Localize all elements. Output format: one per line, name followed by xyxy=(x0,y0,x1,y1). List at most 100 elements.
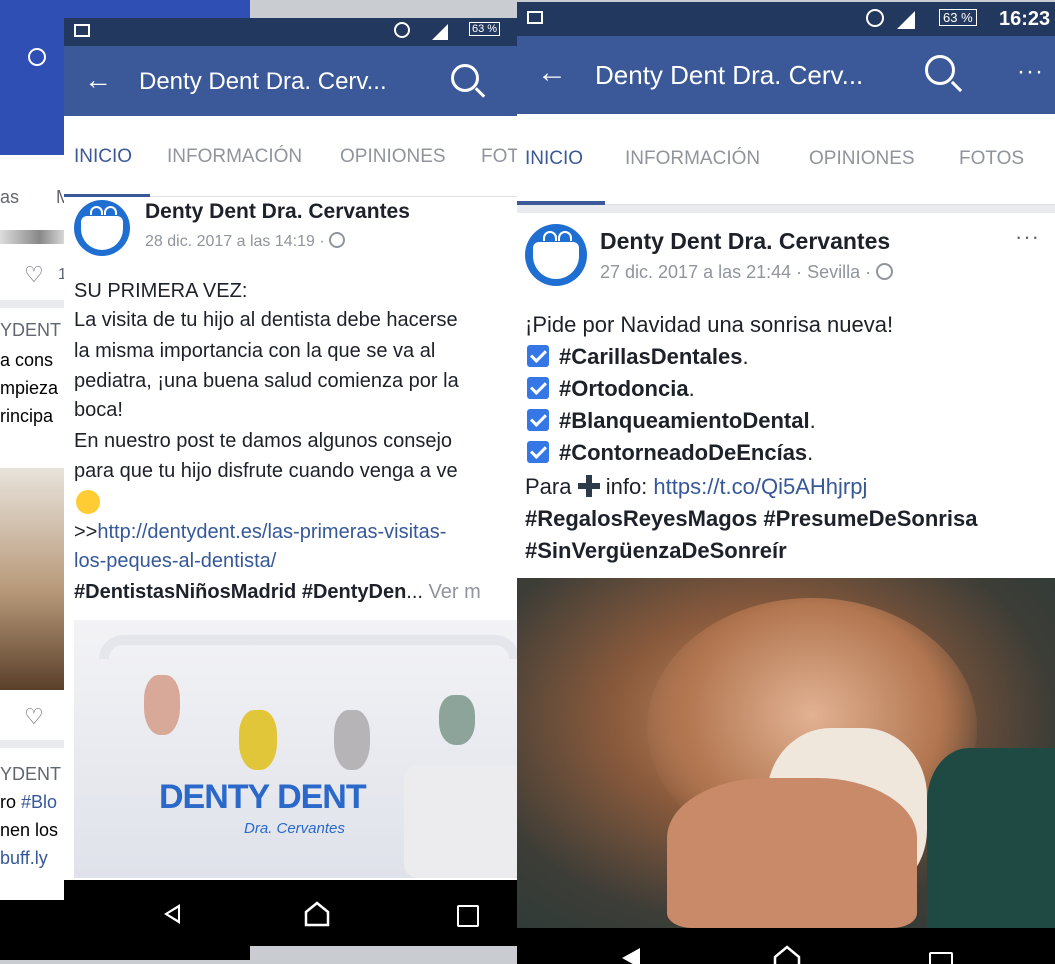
wink-emoji-icon xyxy=(76,490,100,514)
phone-front: 63 % 16:23 ← Denty Dent Dra. Cerv... ···… xyxy=(517,2,1055,964)
alarm-icon xyxy=(394,22,410,38)
check-item-1: #CarillasDentales. xyxy=(527,344,749,370)
back-author-1: YDENT xyxy=(0,320,62,340)
section-divider xyxy=(517,205,1055,213)
divider-2 xyxy=(0,740,66,748)
back-nav-icon-inner xyxy=(168,908,178,920)
status-time: 16:23 xyxy=(999,8,1051,30)
hashtags-line-2[interactable]: #SinVergüenzaDeSonreír xyxy=(525,538,787,564)
tab-inicio[interactable]: INICIO xyxy=(525,148,583,170)
bunny-figure xyxy=(439,695,475,745)
app-bar: ← Denty Dent Dra. Cerv... ··· xyxy=(517,36,1055,114)
post-intro: ¡Pide por Navidad una sonrisa nueva! xyxy=(525,312,894,337)
back-link[interactable]: buff.ly xyxy=(0,848,48,869)
more-options-icon[interactable]: ··· xyxy=(1017,58,1044,86)
checkbox-icon xyxy=(527,345,549,367)
tab-informacion[interactable]: INFORMACIÓN xyxy=(167,146,302,168)
back-text-2a: ro #Blo xyxy=(0,792,58,812)
alarm-icon xyxy=(28,48,46,66)
back-arrow-icon[interactable]: ← xyxy=(84,64,112,96)
bunny-figure xyxy=(144,675,180,735)
post-line-1: SU PRIMERA VEZ: xyxy=(74,280,248,302)
clinic-logo: DENTY DENT xyxy=(159,778,367,816)
info-line: Para info: https://t.co/Qi5AHhjrpj xyxy=(525,474,868,499)
tab-fotos[interactable]: FOTOS xyxy=(959,148,1024,170)
tab-opiniones[interactable]: OPINIONES xyxy=(340,146,446,168)
search-icon[interactable] xyxy=(925,55,955,85)
checkbox-icon xyxy=(527,409,549,431)
home-nav-icon[interactable] xyxy=(772,944,802,964)
post-link-1[interactable]: >>http://dentydent.es/las-primeras-visit… xyxy=(74,521,446,544)
image-notification-icon xyxy=(527,11,543,24)
back-post-photo xyxy=(0,468,66,690)
page-title: Denty Dent Dra. Cerv... xyxy=(139,68,387,95)
avatar[interactable] xyxy=(525,224,587,286)
back-tab-partial[interactable]: as xyxy=(0,187,19,208)
post-line-6: En nuestro post te damos algunos consejo xyxy=(74,430,453,452)
search-icon-handle xyxy=(950,80,963,93)
recents-nav-icon[interactable] xyxy=(457,905,479,927)
check-item-2: #Ortodoncia. xyxy=(527,376,695,402)
post-author[interactable]: Denty Dent Dra. Cervantes xyxy=(600,228,890,255)
back-text-1c: rincipa xyxy=(0,406,54,426)
post-line-7: para que tu hijo disfrute cuando venga a… xyxy=(74,460,458,482)
nav-bar xyxy=(517,928,1055,964)
image-notification-icon xyxy=(74,24,90,37)
post-meta: 28 dic. 2017 a las 14:19 · xyxy=(145,232,346,251)
post-line-5: boca! xyxy=(74,399,123,421)
app-bar: ← Denty Dent Dra. Cerv... xyxy=(64,46,524,116)
post-options-icon[interactable]: ··· xyxy=(1015,224,1040,250)
post-photo[interactable] xyxy=(517,578,1055,928)
back-text-1b: mpieza xyxy=(0,378,59,398)
post-line-2: La visita de tu hijo al dentista debe ha… xyxy=(74,309,458,331)
signal-icon xyxy=(897,11,915,29)
back-author-2: YDENT xyxy=(0,764,62,784)
checkbox-icon xyxy=(527,441,549,463)
back-nav-icon[interactable] xyxy=(622,948,640,964)
tab-active-indicator xyxy=(64,194,150,197)
page-title: Denty Dent Dra. Cerv... xyxy=(595,60,864,90)
tab-fotos[interactable]: FOT xyxy=(481,146,519,168)
tab-bar: INICIO INFORMACIÓN OPINIONES FOTOS xyxy=(517,114,1055,205)
status-bar: 63 % xyxy=(64,18,524,46)
check-item-3: #BlanqueamientoDental. xyxy=(527,408,816,434)
check-item-4: #ContorneadoDeEncías. xyxy=(527,440,813,466)
globe-icon xyxy=(876,263,894,280)
back-photo-strip xyxy=(0,230,66,244)
post-line-4: pediatra, ¡una buena salud comienza por … xyxy=(74,370,459,392)
back-text-1a: a cons xyxy=(0,350,54,370)
back-text-2b: nen los xyxy=(0,820,59,840)
signal-icon xyxy=(432,24,448,40)
back-arrow-icon[interactable]: ← xyxy=(537,56,567,90)
info-link[interactable]: https://t.co/Qi5AHhjrpj xyxy=(653,474,867,499)
battery-icon: 63 % xyxy=(939,9,977,26)
checkbox-icon xyxy=(527,377,549,399)
status-bar: 63 % 16:23 xyxy=(517,2,1055,36)
battery-icon: 63 % xyxy=(469,22,501,36)
divider xyxy=(0,300,70,308)
home-nav-icon[interactable] xyxy=(303,900,331,928)
avatar[interactable] xyxy=(74,200,130,256)
post-image[interactable]: DENTY DENT Dra. Cervantes xyxy=(74,620,524,878)
phone-middle: 63 % ← Denty Dent Dra. Cerv... INICIO IN… xyxy=(64,18,524,946)
see-more-link[interactable]: Ver m xyxy=(423,581,481,603)
bunny-figure xyxy=(334,710,370,770)
like-icon[interactable]: ♡ xyxy=(24,262,44,288)
post-author[interactable]: Denty Dent Dra. Cervantes xyxy=(145,200,410,224)
post-meta: 27 dic. 2017 a las 21:44 · Sevilla · xyxy=(600,262,894,283)
clinic-subtitle: Dra. Cervantes xyxy=(244,820,345,837)
post-hashtags: #DentistasNiñosMadrid #DentyDen... Ver m xyxy=(74,581,481,603)
hashtags-line-1[interactable]: #RegalosReyesMagos #PresumeDeSonrisa xyxy=(525,506,977,532)
alarm-icon xyxy=(866,9,884,27)
tab-informacion[interactable]: INFORMACIÓN xyxy=(625,148,760,170)
bunny-figure xyxy=(239,710,277,770)
recents-nav-icon[interactable] xyxy=(929,952,953,964)
post-line-3: la misma importancia con la que se va al xyxy=(74,340,436,362)
tab-opiniones[interactable]: OPINIONES xyxy=(809,148,915,170)
post-link-2[interactable]: los-peques-al-dentista/ xyxy=(74,550,276,573)
tab-bar: INICIO INFORMACIÓN OPINIONES FOT xyxy=(64,116,524,197)
tab-inicio[interactable]: INICIO xyxy=(74,146,132,168)
plus-icon xyxy=(577,475,600,497)
like-icon-2[interactable]: ♡ xyxy=(24,704,44,730)
search-icon-handle xyxy=(474,87,486,98)
